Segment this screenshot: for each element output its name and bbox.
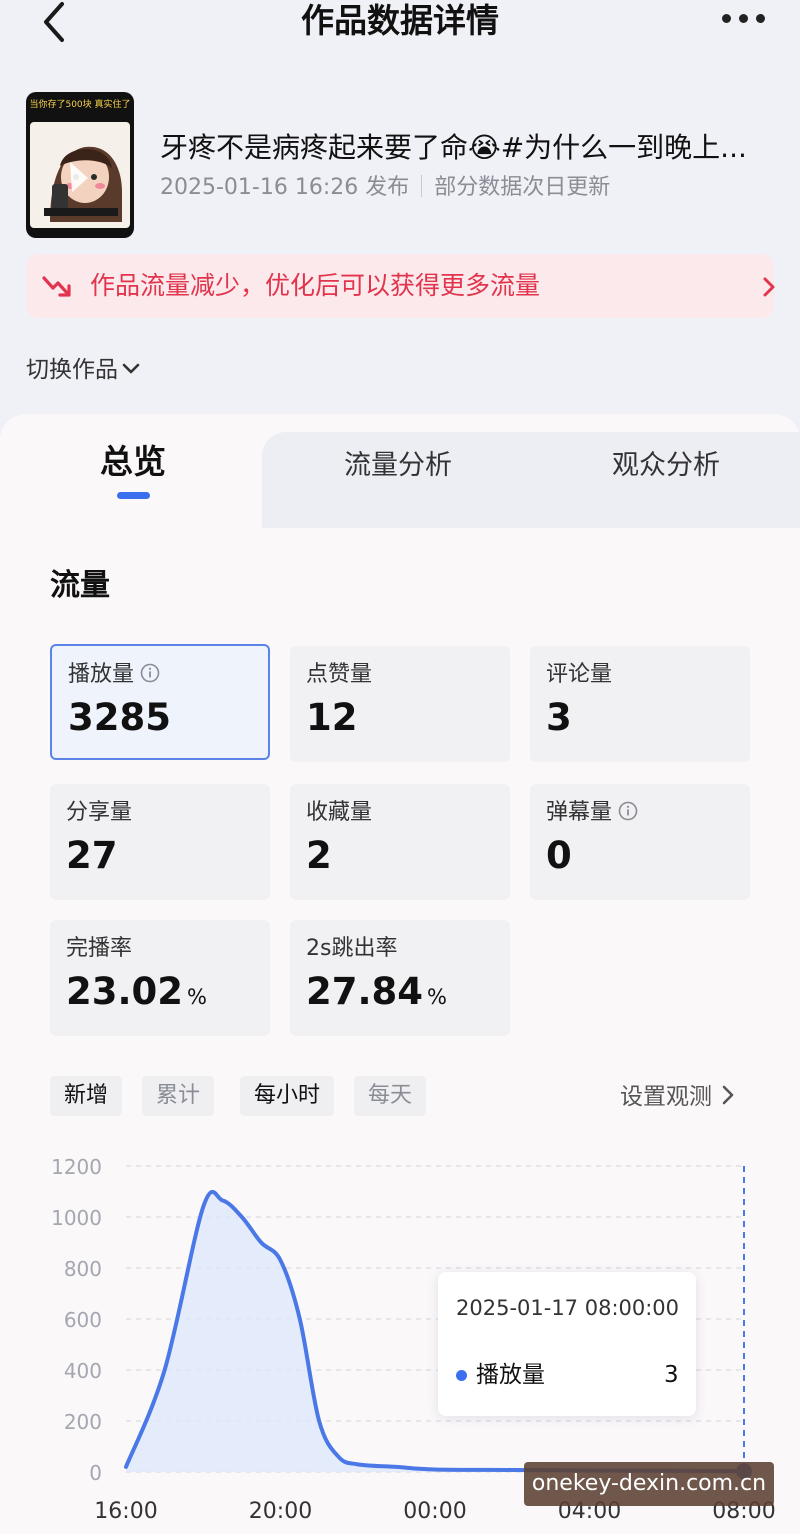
metric-unit: % <box>427 985 448 1009</box>
set-observation-link[interactable]: 设置观测 <box>620 1078 734 1117</box>
y-tick-label: 400 <box>64 1359 102 1383</box>
metric-card-likes[interactable]: 点赞量 12 <box>290 646 510 762</box>
x-tick-label: 20:00 <box>249 1499 312 1524</box>
chip-hourly[interactable]: 每小时 <box>240 1076 335 1116</box>
metric-label: 2s跳出率 <box>306 936 398 961</box>
metric-card-danmaku[interactable]: 弹幕量 0 <box>530 784 750 900</box>
y-tick-label: 1000 <box>51 1206 102 1230</box>
meta-divider <box>421 175 423 197</box>
tooltip-value: 3 <box>664 1362 679 1388</box>
y-tick-label: 1200 <box>51 1155 102 1179</box>
metric-value: 2 <box>306 834 332 877</box>
metric-label: 完播率 <box>66 936 133 961</box>
metric-label: 分享量 <box>66 800 133 825</box>
active-tab-indicator <box>117 492 150 499</box>
video-thumbnail[interactable]: 当你存了500块 真实住了 <box>26 92 134 238</box>
x-tick-label: 16:00 <box>94 1499 157 1524</box>
chip-new[interactable]: 新增 <box>50 1076 123 1116</box>
page-title: 作品数据详情 <box>301 1 499 40</box>
switch-work-label: 切换作品 <box>26 357 118 383</box>
publish-time: 2025-01-16 16:26 发布 <box>160 175 410 200</box>
metric-label: 收藏量 <box>306 800 373 825</box>
metric-unit: % <box>187 985 208 1009</box>
update-note: 部分数据次日更新 <box>434 175 611 200</box>
thumbnail-illustration <box>30 122 130 228</box>
info-icon[interactable] <box>140 662 160 692</box>
chart-tooltip: 2025-01-17 08:00:00 播放量 3 <box>438 1272 696 1416</box>
tooltip-series-name: 播放量 <box>476 1362 545 1388</box>
chip-daily[interactable]: 每天 <box>354 1076 427 1116</box>
metric-label: 弹幕量 <box>546 798 638 830</box>
work-meta: 2025-01-16 16:26 发布 部分数据次日更新 <box>160 172 610 204</box>
metric-card-shares[interactable]: 分享量 27 <box>50 784 270 900</box>
info-icon[interactable] <box>618 800 638 830</box>
y-tick-label: 200 <box>64 1410 102 1434</box>
metric-label: 点赞量 <box>306 662 373 687</box>
watermark: onekey-dexin.com.cn <box>524 1462 774 1506</box>
tab-overview[interactable]: 总览 <box>100 436 166 488</box>
metric-label-text: 播放量 <box>68 662 135 687</box>
metric-value: 12 <box>306 696 358 739</box>
header-bar: 作品数据详情 <box>0 0 800 70</box>
metric-label: 播放量 <box>68 660 160 692</box>
traffic-alert-banner[interactable]: 作品流量减少，优化后可以获得更多流量 <box>26 254 776 318</box>
work-title[interactable]: 牙疼不是病疼起来要了命😭#为什么一到晚上... <box>160 128 790 168</box>
x-tick-label: 00:00 <box>403 1499 466 1524</box>
chevron-right-icon <box>762 276 776 298</box>
trend-down-icon <box>42 274 72 300</box>
metric-card-favorites[interactable]: 收藏量 2 <box>290 784 510 900</box>
y-tick-label: 800 <box>64 1257 102 1281</box>
tooltip-time: 2025-01-17 08:00:00 <box>456 1296 680 1320</box>
tab-audience-analysis[interactable]: 观众分析 <box>612 440 720 492</box>
chevron-right-icon <box>722 1079 734 1117</box>
tab-bar: 总览 流量分析 观众分析 <box>0 414 800 528</box>
metric-value: 27.84% <box>306 968 447 1021</box>
metric-card-plays[interactable]: 播放量 3285 <box>50 644 270 760</box>
metric-value: 23.02% <box>66 968 207 1021</box>
metric-value: 27 <box>66 834 118 877</box>
metric-value: 0 <box>546 834 572 877</box>
thumbnail-caption: 当你存了500块 真实住了 <box>29 100 131 110</box>
data-card: 总览 流量分析 观众分析 流量 播放量 3285 点赞量 12 评论量 3 分享… <box>0 414 800 1534</box>
section-title: 流量 <box>50 568 110 603</box>
metric-card-2s-bounce-rate[interactable]: 2s跳出率 27.84% <box>290 920 510 1036</box>
switch-work-dropdown[interactable]: 切换作品 <box>26 352 140 386</box>
tab-traffic-analysis[interactable]: 流量分析 <box>344 440 452 492</box>
metric-number: 27.84 <box>306 970 424 1013</box>
chip-cumulative[interactable]: 累计 <box>142 1076 215 1116</box>
alert-text: 作品流量减少，优化后可以获得更多流量 <box>90 271 541 300</box>
metric-value: 3 <box>546 696 572 739</box>
metric-card-comments[interactable]: 评论量 3 <box>530 646 750 762</box>
work-info: 当你存了500块 真实住了 牙疼不是病疼起来要了命😭#为什么一到晚上... 20… <box>26 92 786 242</box>
set-observation-label: 设置观测 <box>620 1084 712 1110</box>
metric-label: 评论量 <box>546 662 613 687</box>
tooltip-series-dot <box>456 1370 467 1381</box>
y-tick-label: 600 <box>64 1308 102 1332</box>
metric-card-completion-rate[interactable]: 完播率 23.02% <box>50 920 270 1036</box>
metric-number: 23.02 <box>66 970 184 1013</box>
metric-value: 3285 <box>68 696 171 739</box>
metric-label-text: 弹幕量 <box>546 800 613 825</box>
y-tick-label: 0 <box>89 1461 102 1485</box>
chevron-down-icon <box>122 352 140 384</box>
more-options-icon[interactable] <box>722 12 766 26</box>
